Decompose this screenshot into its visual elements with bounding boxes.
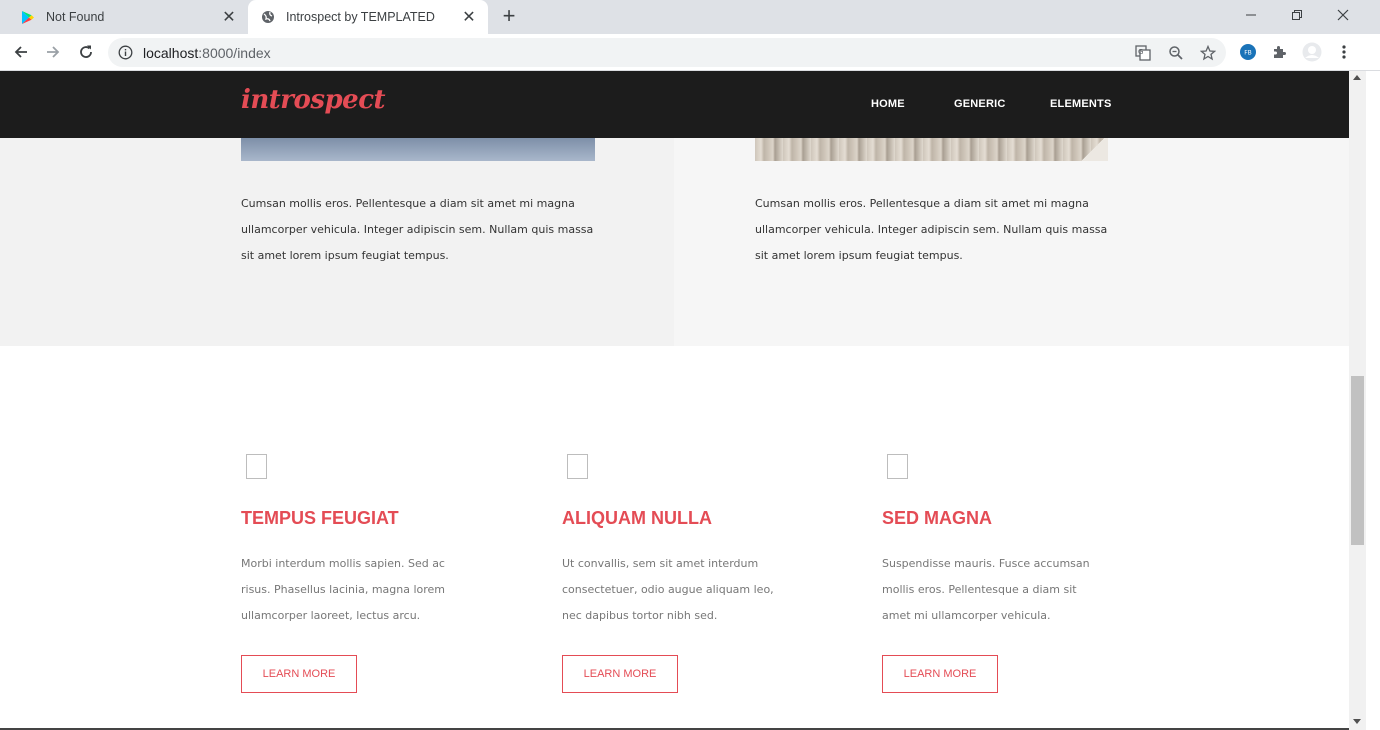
svg-text:G: G — [1138, 48, 1143, 56]
reload-icon[interactable] — [73, 39, 99, 65]
learn-more-button[interactable]: LEARN MORE — [562, 655, 678, 693]
panel-right: Cumsan mollis eros. Pellentesque a diam … — [674, 138, 1349, 346]
globe-icon — [260, 9, 276, 25]
tab-introspect[interactable]: Introspect by TEMPLATED ✕ — [248, 0, 488, 34]
feature-title: TEMPUS FEUGIAT — [241, 508, 399, 528]
feature-text: Ut convallis, sem sit amet interdum cons… — [562, 557, 774, 622]
site-header: introspect HOME GENERIC ELEMENTS — [0, 71, 1349, 138]
scroll-up-arrow-icon[interactable] — [1353, 75, 1361, 80]
address-bar[interactable]: localhost:8000/index G — [108, 38, 1226, 67]
panel-image — [241, 138, 595, 161]
panel-text: Cumsan mollis eros. Pellentesque a diam … — [755, 197, 1108, 262]
forward-arrow-icon[interactable] — [40, 39, 66, 65]
close-window-icon[interactable] — [1320, 0, 1366, 30]
feature-title: ALIQUAM NULLA — [562, 508, 712, 528]
panel-left: Cumsan mollis eros. Pellentesque a diam … — [0, 138, 674, 346]
close-tab-icon[interactable]: ✕ — [220, 8, 238, 26]
zoom-icon[interactable] — [1167, 44, 1185, 62]
nav-elements[interactable]: ELEMENTS — [1050, 98, 1112, 110]
tab-title: Not Found — [46, 10, 105, 24]
scrollbar-thumb[interactable] — [1351, 376, 1364, 545]
page-viewport: introspect HOME GENERIC ELEMENTS Cumsan … — [0, 71, 1349, 730]
features-section: TEMPUS FEUGIAT Morbi interdum mollis sap… — [0, 346, 1349, 730]
feature-icon — [887, 454, 908, 479]
feature-title: SED MAGNA — [882, 508, 993, 528]
svg-text:FB: FB — [1244, 50, 1252, 57]
close-tab-icon[interactable]: ✕ — [460, 8, 478, 26]
tab-title: Introspect by TEMPLATED — [286, 10, 435, 24]
scroll-down-arrow-icon[interactable] — [1353, 719, 1361, 724]
restore-icon[interactable] — [1274, 0, 1320, 30]
image-panels: Cumsan mollis eros. Pellentesque a diam … — [0, 138, 1349, 346]
browser-toolbar: localhost:8000/index G FB — [0, 34, 1380, 71]
nav-generic[interactable]: GENERIC — [954, 98, 1006, 110]
tab-not-found[interactable]: Not Found ✕ — [8, 0, 248, 34]
play-store-icon — [20, 9, 36, 25]
learn-more-button[interactable]: LEARN MORE — [882, 655, 998, 693]
extensions-puzzle-icon[interactable] — [1270, 42, 1290, 62]
nav-home[interactable]: HOME — [871, 98, 905, 110]
url-text: localhost:8000/index — [143, 45, 271, 61]
back-arrow-icon[interactable] — [8, 39, 34, 65]
extension-fb-icon[interactable]: FB — [1238, 42, 1258, 62]
feature-icon — [567, 454, 588, 479]
site-logo[interactable]: introspect — [241, 85, 386, 115]
minimize-icon[interactable] — [1228, 0, 1274, 30]
info-icon[interactable] — [118, 45, 133, 60]
feature-icon — [246, 454, 267, 479]
feature-text: Morbi interdum mollis sapien. Sed ac ris… — [241, 557, 446, 622]
bookmark-star-icon[interactable] — [1199, 44, 1217, 62]
feature-text: Suspendisse mauris. Fusce accumsan molli… — [882, 557, 1090, 622]
translate-icon[interactable]: G — [1134, 44, 1152, 62]
panel-image — [755, 138, 1108, 161]
panel-text: Cumsan mollis eros. Pellentesque a diam … — [241, 197, 594, 262]
browser-menu-icon[interactable] — [1334, 42, 1354, 62]
browser-tab-bar: Not Found ✕ Introspect by TEMPLATED ✕ + — [0, 0, 1380, 34]
page-scrollbar[interactable] — [1349, 71, 1366, 730]
profile-avatar-icon[interactable] — [1302, 42, 1322, 62]
learn-more-button[interactable]: LEARN MORE — [241, 655, 357, 693]
new-tab-icon[interactable]: + — [498, 5, 520, 28]
